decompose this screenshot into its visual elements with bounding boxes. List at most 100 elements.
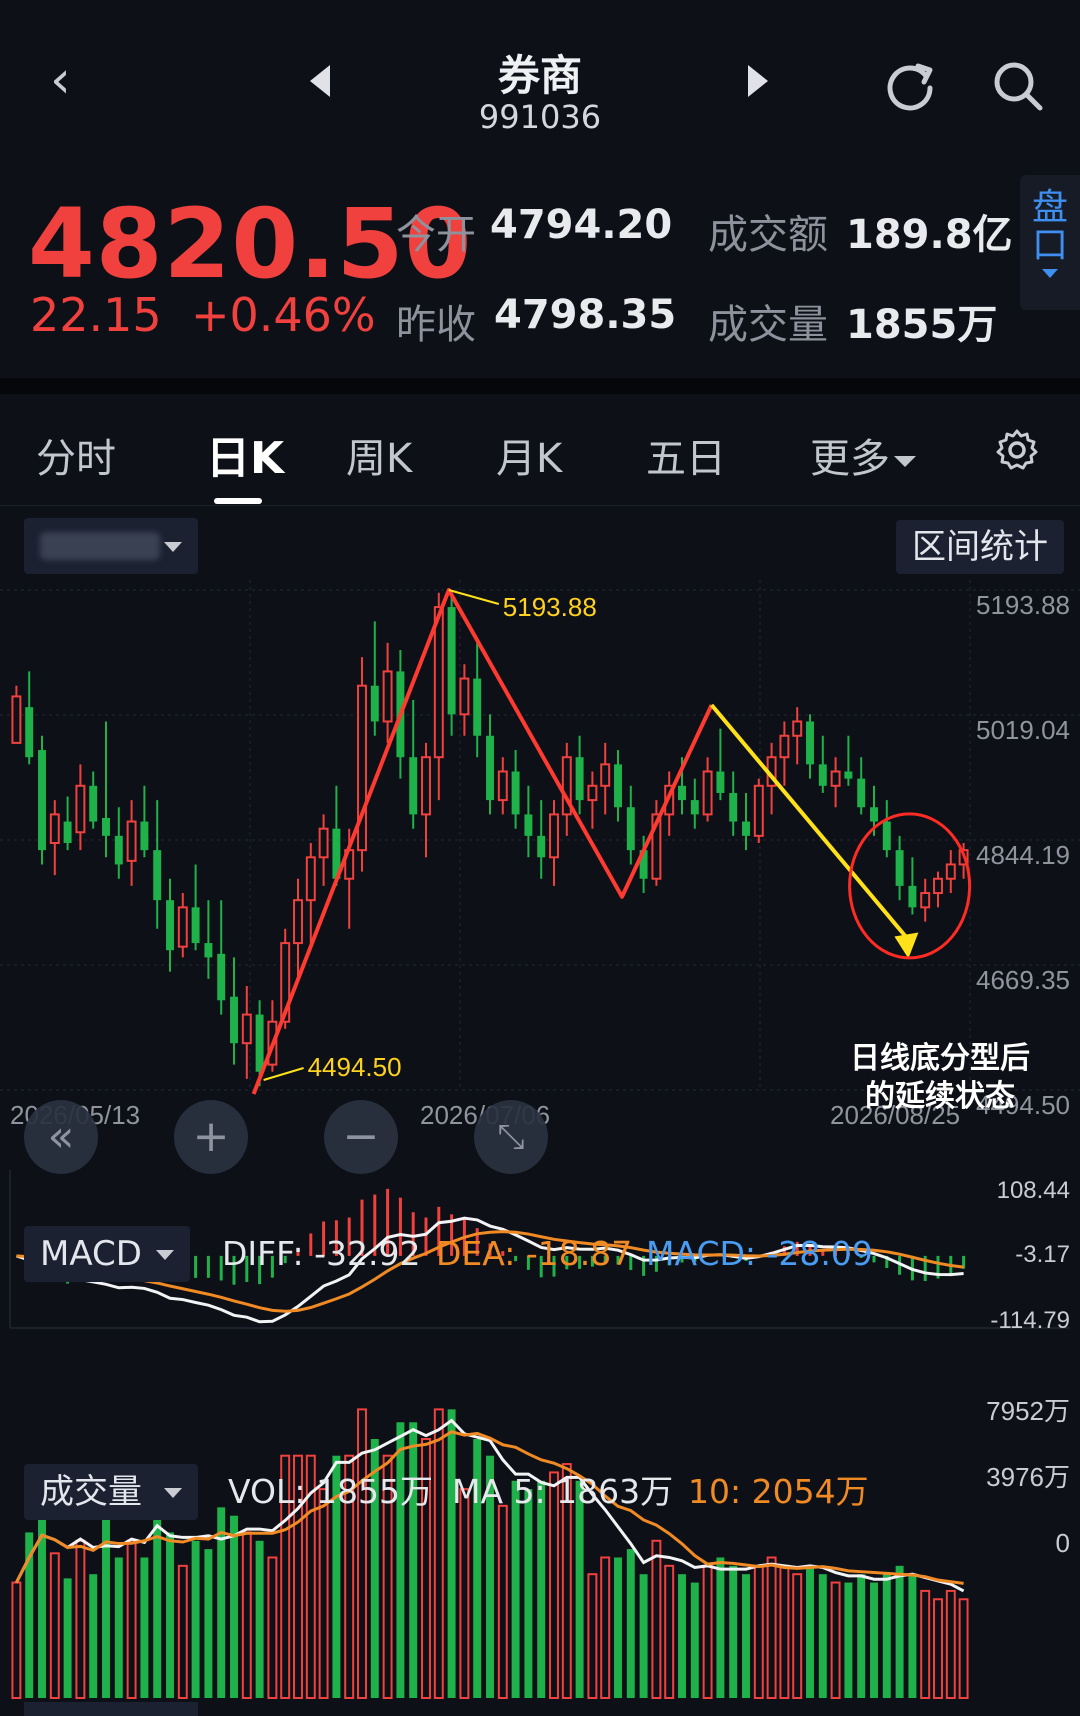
volume-value: 1855万 [846, 302, 998, 348]
candle-body [459, 677, 470, 716]
volume-bar [626, 1549, 635, 1698]
candle-body [600, 763, 611, 787]
volume-selector[interactable]: 成交量 [24, 1464, 198, 1520]
scroll-left-icon[interactable]: « [24, 1100, 98, 1174]
candle-body [382, 670, 393, 723]
candle-body [204, 943, 213, 958]
candle-body [447, 607, 456, 715]
volume-bar [587, 1573, 598, 1699]
next-stock-icon[interactable] [748, 65, 768, 97]
search-icon[interactable] [990, 58, 1046, 114]
fullscreen-icon[interactable]: ⤡ [474, 1100, 548, 1174]
candle-body [549, 813, 559, 859]
candle-body [920, 892, 931, 909]
main-indicator-selector[interactable] [24, 518, 198, 574]
tab-intraday[interactable]: 分时 [36, 426, 116, 484]
refresh-icon[interactable] [882, 58, 938, 114]
candle-body [473, 678, 482, 736]
volume-bar [497, 1504, 508, 1699]
chart-annotation: 日线底分型后 的延续状态 [850, 1041, 1030, 1114]
candle-body [945, 863, 956, 880]
candle-body [702, 770, 713, 816]
volume-bar [933, 1598, 943, 1700]
volume-bar [614, 1557, 622, 1698]
pankou-toggle[interactable]: 盘口 [1020, 175, 1080, 310]
volume-bar [318, 1488, 329, 1699]
zoom-in-icon[interactable]: + [174, 1100, 248, 1174]
tab-weekly-k[interactable]: 周K [346, 426, 412, 484]
volume-bar [742, 1574, 750, 1698]
volume-bar [844, 1582, 853, 1698]
volume-bar [433, 1408, 444, 1700]
zoom-out-icon[interactable]: − [324, 1100, 398, 1174]
volume-bar [895, 1565, 904, 1698]
volume-tick-label: 7952万 [986, 1396, 1070, 1426]
candle-body [753, 784, 764, 837]
volume-bar [217, 1507, 226, 1698]
range-stats-button[interactable]: 区间统计 [896, 520, 1064, 574]
volume-bar [792, 1573, 803, 1699]
candle-body [870, 807, 878, 822]
volume-tick-label: 3976万 [986, 1462, 1070, 1492]
volume-bar [600, 1556, 611, 1699]
volume-bar [75, 1539, 86, 1699]
tab-daily-k[interactable]: 日K [206, 422, 284, 486]
volume-tick-label: 0 [1056, 1528, 1070, 1558]
candle-body [63, 821, 72, 843]
macd-selector-label: MACD [40, 1234, 142, 1274]
arrow-head [894, 932, 919, 959]
previous-stock-icon[interactable] [310, 65, 330, 97]
blurred-indicator-label [40, 532, 160, 560]
open-label: 今开 [396, 212, 476, 258]
tab-monthly-k[interactable]: 月K [496, 426, 562, 484]
volume-bar [766, 1556, 777, 1699]
marked-low-label: 4494.50 [308, 1052, 402, 1082]
volume-bar [908, 1574, 917, 1698]
candle-body [49, 813, 60, 844]
active-tab-indicator [214, 498, 262, 504]
volume-bar [664, 1564, 675, 1700]
price-tick-label: 4844.19 [976, 840, 1070, 870]
volume-bar [38, 1490, 46, 1698]
candle-body [511, 771, 520, 815]
candle-body [486, 735, 494, 801]
candle-body [818, 764, 827, 786]
macd-tick-label: -114.79 [990, 1307, 1070, 1334]
change-percent: +0.46% [190, 288, 376, 342]
volume-selector-label: 成交量 [40, 1472, 142, 1512]
volume-bar [818, 1574, 827, 1698]
price-tick-label: 4669.35 [976, 965, 1070, 995]
candle-body [792, 720, 803, 737]
tab-more[interactable]: 更多 [810, 426, 916, 484]
volume-bar [49, 1552, 60, 1699]
volume-ma10: 10: 2054万 [688, 1472, 869, 1511]
candle-body [806, 721, 814, 765]
candle-body [217, 953, 226, 1001]
back-icon[interactable]: ‹ [50, 54, 90, 106]
volume-bar [126, 1539, 137, 1699]
candle-body [524, 814, 533, 836]
candle-body [166, 900, 174, 951]
volume-bar [870, 1582, 878, 1698]
candle-body [293, 899, 303, 945]
top-bar: ‹ 券商 991036 [0, 0, 1080, 150]
candle-body [11, 695, 22, 744]
tab-more-label: 更多 [810, 436, 890, 482]
settings-gear-icon[interactable] [995, 428, 1039, 472]
volume-bar [153, 1490, 162, 1698]
volume-bar [230, 1515, 238, 1698]
tab-five-day[interactable]: 五日 [646, 426, 726, 484]
volume-label: 成交量 [708, 302, 828, 348]
candle-body [497, 770, 508, 802]
candle-body [742, 821, 750, 836]
volume-bar [806, 1565, 814, 1698]
candle-body [38, 750, 46, 851]
volume-vol: VOL: 1855万 [228, 1472, 433, 1511]
macd-tick-label: 108.44 [997, 1177, 1070, 1204]
candle-body [409, 757, 418, 815]
volume-bar [639, 1574, 648, 1698]
candle-body [537, 835, 546, 858]
stock-code: 991036 [478, 98, 602, 136]
prev-close-label: 昨收 [396, 302, 476, 348]
macd-selector[interactable]: MACD [24, 1226, 190, 1282]
